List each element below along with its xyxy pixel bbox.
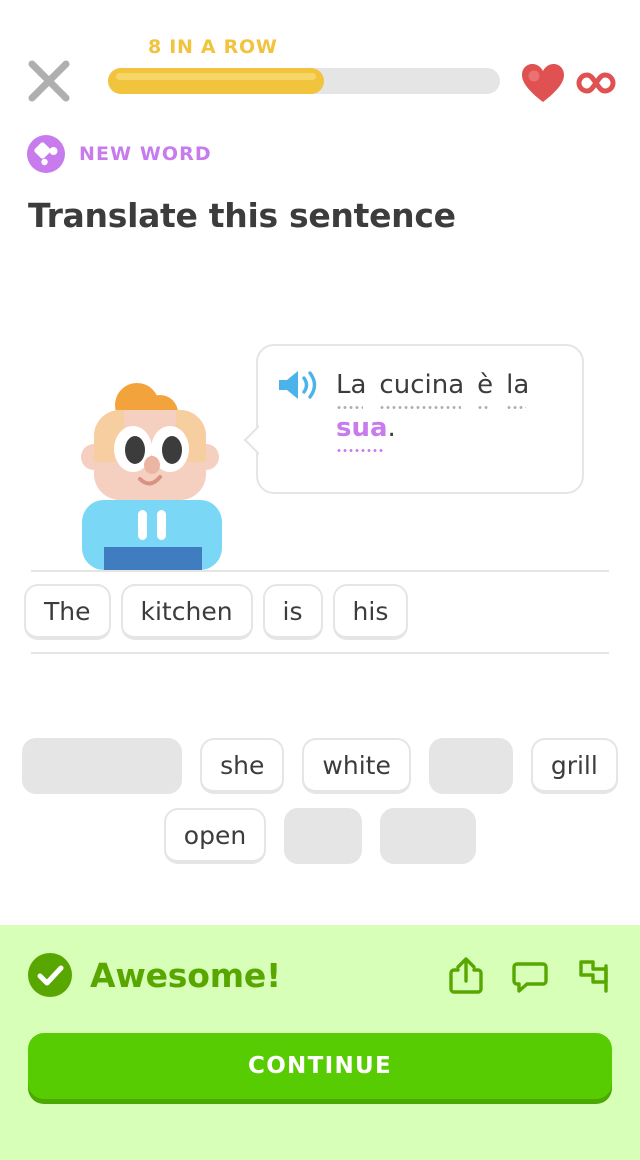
word-dotted-underline [477, 406, 491, 409]
progress-bar[interactable] [108, 68, 500, 94]
word-bank-placeholder [22, 738, 183, 794]
word-bank-tile[interactable]: open [163, 808, 267, 864]
word-bank-tile[interactable]: she [200, 738, 285, 794]
prompt-word[interactable]: sua. [336, 411, 396, 454]
word-bank: she white grill open [0, 738, 640, 878]
lesson-screen: 8 IN A ROW NEW WORD Translate this sente… [0, 0, 640, 1160]
progress-fill [108, 68, 324, 94]
word-bank-tile[interactable]: grill [530, 738, 618, 794]
close-x-icon [28, 60, 70, 102]
answer-tile[interactable]: is [262, 584, 323, 640]
page-title: Translate this sentence [28, 196, 456, 235]
heart-button[interactable] [520, 62, 566, 104]
heart-icon [522, 64, 564, 102]
eddy-character [81, 383, 222, 570]
prompt-area: La cucina è la sua. [0, 330, 640, 570]
word-bank-row: she white grill [0, 738, 640, 794]
share-icon[interactable] [448, 956, 484, 994]
answer-tile[interactable]: The [24, 584, 111, 640]
word-dotted-underline [336, 406, 364, 409]
answer-divider-bottom [31, 652, 609, 654]
infinity-button[interactable] [576, 70, 616, 96]
infinity-icon [576, 72, 616, 94]
word-dotted-underline [379, 406, 462, 409]
flag-icon[interactable] [576, 956, 612, 994]
combo-label: 8 IN A ROW [148, 36, 278, 58]
answer-tiles-row: The kitchen is his [0, 572, 640, 652]
close-button[interactable] [26, 58, 72, 104]
prompt-word[interactable]: La [336, 368, 366, 411]
word-dotted-underline [506, 406, 527, 409]
answer-tile[interactable]: kitchen [120, 584, 253, 640]
footer-icon-group [448, 956, 612, 994]
bubble-tail [241, 422, 259, 456]
prompt-speech-bubble: La cucina è la sua. [256, 344, 584, 494]
speaker-icon[interactable] [276, 368, 320, 402]
word-bank-placeholder [284, 808, 363, 864]
word-bank-placeholder [380, 808, 477, 864]
answer-tile[interactable]: his [332, 584, 409, 640]
prompt-sentence: La cucina è la sua. [336, 368, 564, 454]
prompt-word[interactable]: la [506, 368, 529, 411]
progress-shine [116, 73, 316, 80]
result-footer: Awesome! CONTINUE [0, 925, 640, 1160]
word-dotted-underline [336, 449, 384, 452]
new-word-icon [27, 135, 65, 173]
check-circle-icon [28, 953, 72, 997]
prompt-punctuation: . [387, 413, 396, 443]
result-message: Awesome! [90, 955, 281, 995]
new-word-badge: NEW WORD [26, 134, 212, 174]
word-bank-placeholder [428, 738, 513, 794]
lesson-header: 8 IN A ROW [0, 0, 640, 120]
word-bank-tile[interactable]: white [302, 738, 411, 794]
prompt-word[interactable]: cucina [379, 368, 464, 411]
continue-button[interactable]: CONTINUE [28, 1033, 612, 1099]
word-bank-row: open [0, 808, 640, 864]
answer-area: The kitchen is his [0, 570, 640, 654]
prompt-word[interactable]: è [477, 368, 493, 411]
new-word-label: NEW WORD [79, 143, 212, 165]
comment-icon[interactable] [512, 956, 548, 994]
